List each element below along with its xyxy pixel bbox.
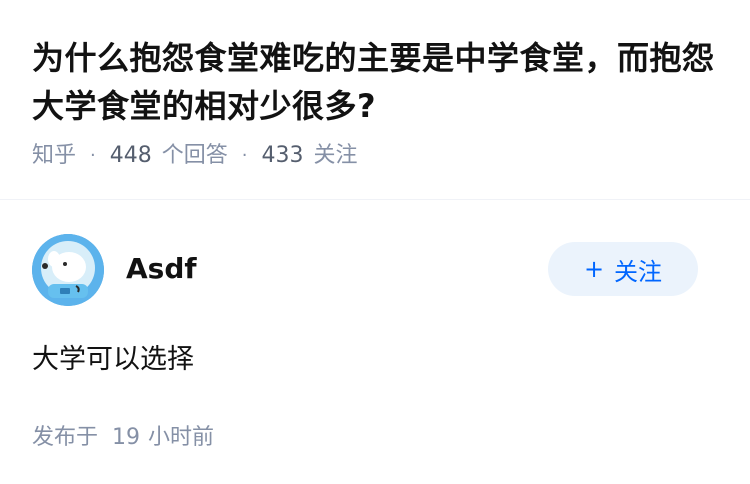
avatar-image (32, 234, 104, 306)
follow-button-label: 关注 (614, 257, 663, 286)
question-meta: 知乎 · 448 个回答 · 433 关注 (32, 140, 718, 172)
follow-button[interactable]: + 关注 (548, 242, 698, 296)
answer-content[interactable]: 大学可以选择 (32, 340, 718, 380)
source-label[interactable]: 知乎 (32, 140, 76, 172)
time-prefix: 发布于 (32, 425, 99, 450)
meta-separator: · (241, 145, 248, 166)
answer-count-label[interactable]: 个回答 (162, 140, 228, 172)
question-header: 为什么抱怨食堂难吃的主要是中学食堂，而抱怨大学食堂的相对少很多? 知乎 · 44… (0, 0, 750, 200)
meta-separator: · (90, 145, 96, 166)
time-value: 19 (112, 425, 141, 450)
follow-count: 433 (261, 143, 304, 168)
plus-icon: + (583, 255, 605, 283)
answer-count: 448 (109, 143, 152, 168)
avatar[interactable] (32, 234, 104, 306)
follow-count-label[interactable]: 关注 (314, 140, 358, 172)
answer-time: 发布于 19 小时前 (32, 422, 718, 454)
question-title[interactable]: 为什么抱怨食堂难吃的主要是中学食堂，而抱怨大学食堂的相对少很多? (32, 34, 718, 130)
answer-card: Asdf + 关注 大学可以选择 发布于 19 小时前 (0, 200, 750, 454)
time-suffix: 小时前 (148, 425, 215, 450)
author-name[interactable]: Asdf (126, 252, 197, 285)
